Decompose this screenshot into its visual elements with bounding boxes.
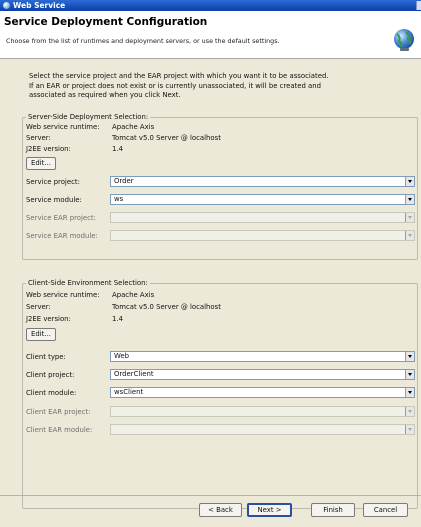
service-project-label: Service project: bbox=[26, 178, 80, 186]
eclipse-app-icon bbox=[3, 2, 10, 9]
client-side-legend: Client-Side Environment Selection: bbox=[28, 279, 148, 287]
client-module-label: Client module: bbox=[26, 389, 77, 397]
chevron-down-icon[interactable] bbox=[405, 388, 414, 397]
client-ear-project-combo[interactable] bbox=[110, 406, 415, 417]
wizard-header: Service Deployment Configuration Choose … bbox=[0, 11, 421, 59]
client-ear-project-label: Client EAR project: bbox=[26, 408, 91, 416]
page-title: Service Deployment Configuration bbox=[4, 16, 208, 28]
intro-text: Select the service project and the EAR p… bbox=[29, 72, 329, 100]
chevron-down-icon[interactable] bbox=[405, 195, 414, 204]
client-server-value: Tomcat v5.0 Server @ localhost bbox=[112, 303, 221, 311]
footer-separator bbox=[0, 495, 421, 496]
chevron-down-icon[interactable] bbox=[405, 231, 414, 240]
server-edit-button[interactable]: Edit... bbox=[26, 157, 56, 170]
finish-button[interactable]: Finish bbox=[311, 503, 355, 517]
chevron-down-icon[interactable] bbox=[405, 352, 414, 361]
service-ear-module-label: Service EAR module: bbox=[26, 232, 98, 240]
page-description: Choose from the list of runtimes and dep… bbox=[6, 37, 280, 45]
server-side-legend: Server-Side Deployment Selection: bbox=[28, 113, 149, 121]
server-server-value: Tomcat v5.0 Server @ localhost bbox=[112, 134, 221, 142]
back-button[interactable]: < Back bbox=[199, 503, 242, 517]
client-runtime-value: Apache Axis bbox=[112, 291, 155, 299]
service-ear-project-label: Service EAR project: bbox=[26, 214, 96, 222]
client-j2ee-value: 1.4 bbox=[112, 315, 123, 323]
service-ear-module-combo[interactable] bbox=[110, 230, 415, 241]
client-project-combo[interactable]: OrderClient bbox=[110, 369, 415, 380]
chevron-down-icon[interactable] bbox=[405, 370, 414, 379]
client-ear-module-label: Client EAR module: bbox=[26, 426, 93, 434]
client-ear-module-combo[interactable] bbox=[110, 424, 415, 435]
client-module-combo[interactable]: wsClient bbox=[110, 387, 415, 398]
chevron-down-icon[interactable] bbox=[405, 177, 414, 186]
server-runtime-value: Apache Axis bbox=[112, 123, 155, 131]
next-button[interactable]: Next > bbox=[247, 503, 292, 517]
cancel-button[interactable]: Cancel bbox=[363, 503, 408, 517]
client-type-label: Client type: bbox=[26, 353, 66, 361]
service-ear-project-combo[interactable] bbox=[110, 212, 415, 223]
chevron-down-icon[interactable] bbox=[405, 407, 414, 416]
chevron-down-icon[interactable] bbox=[405, 213, 414, 222]
service-project-combo[interactable]: Order bbox=[110, 176, 415, 187]
window-title: Web Service bbox=[13, 1, 66, 10]
chevron-down-icon[interactable] bbox=[405, 425, 414, 434]
globe-icon bbox=[394, 29, 414, 51]
client-type-combo[interactable]: Web bbox=[110, 351, 415, 362]
window-close-button[interactable] bbox=[416, 1, 421, 10]
service-module-label: Service module: bbox=[26, 196, 82, 204]
client-edit-button[interactable]: Edit... bbox=[26, 328, 56, 341]
service-module-combo[interactable]: ws bbox=[110, 194, 415, 205]
client-project-label: Client project: bbox=[26, 371, 75, 379]
window-titlebar: Web Service bbox=[0, 0, 421, 11]
server-j2ee-value: 1.4 bbox=[112, 145, 123, 153]
